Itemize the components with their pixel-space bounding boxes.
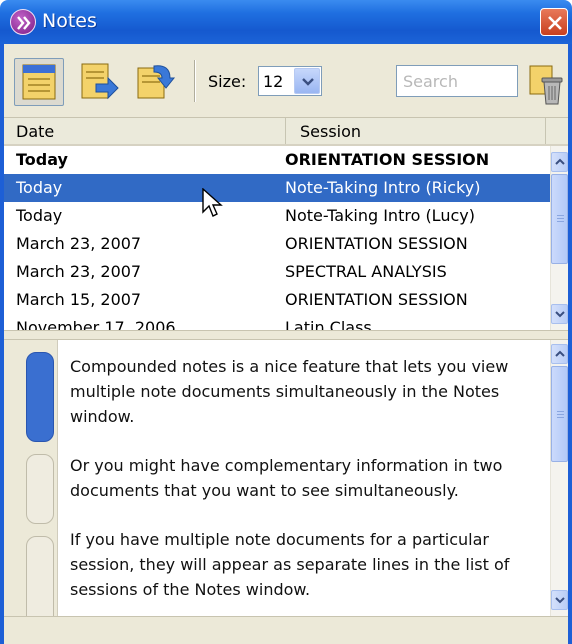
mouse-cursor-icon: [202, 188, 223, 217]
toolbar-separator: [194, 60, 196, 102]
list-row[interactable]: Today Note-Taking Intro (Lucy): [4, 202, 550, 230]
chevron-up-icon: [555, 158, 565, 165]
import-button[interactable]: [130, 58, 180, 106]
list-row[interactable]: March 15, 2007 ORIENTATION SESSION: [4, 286, 550, 314]
row-session: Latin Class: [285, 318, 372, 330]
notes-scrollbar[interactable]: [550, 340, 568, 616]
delete-button[interactable]: [526, 62, 566, 108]
list-row[interactable]: November 17, 2006 Latin Class: [4, 314, 550, 330]
row-date: Today: [16, 206, 63, 225]
size-value: 12: [263, 72, 284, 91]
row-date: March 23, 2007: [16, 262, 142, 281]
row-date: Today: [16, 178, 63, 197]
scroll-thumb[interactable]: [551, 174, 568, 264]
list-row[interactable]: Today ORIENTATION SESSION: [4, 146, 550, 174]
scroll-thumb[interactable]: [551, 366, 568, 462]
toolbar: Size: 12: [4, 44, 568, 118]
scroll-up-button[interactable]: [551, 344, 568, 364]
chevron-down-icon: [302, 78, 314, 86]
window-title: Notes: [42, 10, 97, 32]
list-scrollbar[interactable]: [550, 146, 568, 330]
column-header-session[interactable]: Session: [288, 118, 546, 144]
row-session: SPECTRAL ANALYSIS: [285, 262, 447, 281]
document-tab[interactable]: [26, 454, 54, 524]
row-session: ORIENTATION SESSION: [285, 290, 468, 309]
row-date: Today: [16, 150, 68, 169]
list-row[interactable]: March 23, 2007 ORIENTATION SESSION: [4, 230, 550, 258]
row-date: March 23, 2007: [16, 234, 142, 253]
list-row[interactable]: Today Note-Taking Intro (Ricky): [4, 174, 550, 202]
close-icon: [548, 16, 562, 30]
row-date: November 17, 2006: [16, 318, 176, 330]
column-header-date[interactable]: Date: [4, 118, 286, 144]
app-icon: [10, 9, 36, 35]
chevron-down-icon: [555, 597, 565, 604]
size-dropdown[interactable]: 12: [258, 66, 322, 96]
scroll-down-button[interactable]: [551, 304, 568, 324]
window-frame-right: [568, 44, 572, 644]
chevron-up-icon: [555, 350, 565, 357]
export-icon: [81, 63, 119, 100]
scroll-up-button[interactable]: [551, 152, 568, 172]
document-tab[interactable]: [26, 352, 54, 442]
row-session: Note-Taking Intro (Ricky): [285, 178, 481, 197]
export-button[interactable]: [74, 58, 124, 106]
chevron-down-icon: [555, 311, 565, 318]
document-tab[interactable]: [26, 536, 54, 616]
status-bar: [4, 616, 568, 644]
notes-paragraph: If you have multiple note documents for …: [70, 530, 510, 599]
row-session: Note-Taking Intro (Lucy): [285, 206, 475, 225]
size-label: Size:: [208, 72, 247, 91]
scroll-down-button[interactable]: [551, 590, 568, 610]
size-dropdown-arrow[interactable]: [294, 68, 320, 94]
notes-pane: Compounded notes is a nice feature that …: [4, 340, 550, 616]
close-button[interactable]: [540, 8, 568, 36]
row-session: ORIENTATION SESSION: [285, 234, 468, 253]
notes-paragraph: Compounded notes is a nice feature that …: [70, 357, 509, 426]
search-input[interactable]: [396, 65, 518, 97]
notes-view-icon: [22, 64, 56, 100]
row-session: ORIENTATION SESSION: [285, 150, 490, 169]
list-header: Date Session: [4, 118, 568, 146]
notes-view-button[interactable]: [14, 58, 64, 106]
list-row[interactable]: March 23, 2007 SPECTRAL ANALYSIS: [4, 258, 550, 286]
trash-icon: [529, 65, 563, 105]
document-tabs: [4, 340, 58, 616]
pane-splitter[interactable]: [4, 330, 568, 340]
row-date: March 15, 2007: [16, 290, 142, 309]
sessions-list: Today ORIENTATION SESSION Today Note-Tak…: [4, 146, 550, 330]
notes-content[interactable]: Compounded notes is a nice feature that …: [70, 354, 540, 616]
title-bar: Notes: [0, 0, 572, 44]
notes-paragraph: Or you might have complementary informat…: [70, 456, 503, 500]
import-icon: [137, 65, 176, 99]
